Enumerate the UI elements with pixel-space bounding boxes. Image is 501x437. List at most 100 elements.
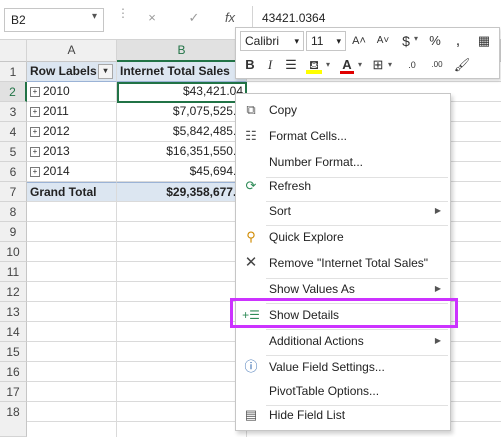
row-header[interactable]: 13 (0, 302, 27, 322)
column-divider (116, 202, 117, 437)
font-color-letter: A (342, 57, 352, 72)
grand-total-label[interactable]: Grand Total (27, 182, 117, 202)
row-header[interactable]: 16 (0, 362, 27, 382)
show-details-highlight (230, 298, 458, 328)
pivot-row-label-text: 2010 (43, 84, 70, 98)
menu-item-refresh[interactable]: ⟳ Refresh (236, 173, 450, 199)
pivot-row-label-text: 2014 (43, 164, 70, 178)
menu-item-additional-actions[interactable]: Additional Actions ▶ (236, 328, 450, 354)
column-header-a[interactable]: A (27, 40, 117, 62)
expand-icon[interactable]: + (30, 106, 40, 117)
currency-format-icon[interactable]: $ (396, 31, 416, 51)
row-header[interactable]: 5 (0, 142, 27, 162)
refresh-icon: ⟳ (245, 178, 257, 193)
name-box[interactable]: B2 ▾ (4, 8, 104, 32)
expand-icon[interactable]: + (30, 146, 40, 157)
chevron-down-icon[interactable]: ▾ (326, 60, 330, 69)
mini-toolbar: Calibri ▾ 11 ▾ A˄ A˅ $ ▾ % , ▦ B I ☰ ⛾ ▾… (235, 27, 500, 79)
insert-function-icon[interactable]: fx (220, 10, 240, 28)
font-size-box[interactable]: 11 ▾ (306, 31, 346, 51)
row-header[interactable]: 17 (0, 382, 27, 402)
font-name-box[interactable]: Calibri ▾ (240, 31, 304, 51)
row-header[interactable]: 7 (0, 182, 27, 202)
row-header[interactable]: 11 (0, 262, 27, 282)
fill-color-icon[interactable]: ⛾ (304, 55, 324, 75)
pivot-row-label-text: 2011 (43, 104, 69, 118)
decrease-decimal-icon[interactable]: .00 (427, 55, 447, 75)
menu-item-copy[interactable]: ⧉ Copy (236, 97, 450, 123)
row-header[interactable]: 1 (0, 62, 27, 82)
pivot-value-cell[interactable]: $5,842,485.2 (117, 122, 247, 142)
menu-item-sort[interactable]: Sort ▶ (236, 198, 450, 224)
row-header[interactable]: 3 (0, 102, 27, 122)
menu-item-pivottable-options[interactable]: PivotTable Options... (236, 378, 450, 404)
select-all-corner[interactable] (0, 40, 27, 62)
menu-item-label: Format Cells... (269, 129, 348, 143)
row-header[interactable]: 18 (0, 402, 27, 437)
grand-total-value[interactable]: $29,358,677.2 (117, 182, 247, 202)
quick-explore-icon: ⚲ (246, 229, 256, 244)
italic-icon[interactable]: I (260, 55, 280, 75)
pivot-row-label[interactable]: +2013 (27, 142, 117, 162)
menu-item-quick-explore[interactable]: ⚲ Quick Explore (236, 224, 450, 250)
bold-icon[interactable]: B (240, 55, 260, 75)
row-header[interactable]: 12 (0, 282, 27, 302)
borders-icon[interactable]: ⊞ (368, 55, 388, 75)
menu-item-format-cells[interactable]: ☷ Format Cells... (236, 123, 450, 149)
chevron-down-icon[interactable]: ▾ (388, 60, 392, 69)
pivot-row-label[interactable]: +2010 (27, 82, 117, 102)
active-cell-border (117, 82, 247, 103)
expand-icon[interactable]: + (30, 126, 40, 137)
menu-item-label: Number Format... (269, 155, 364, 169)
menu-item-label: Refresh (269, 179, 312, 193)
menu-item-label: Hide Field List (269, 408, 346, 422)
expand-icon[interactable]: + (30, 166, 40, 177)
filter-dropdown-icon[interactable]: ▾ (98, 64, 113, 79)
pivot-value-cell[interactable]: $16,351,550.3 (117, 142, 247, 162)
chevron-down-icon[interactable]: ▾ (358, 60, 362, 69)
pivot-row-label[interactable]: +2012 (27, 122, 117, 142)
row-header[interactable]: 10 (0, 242, 27, 262)
pivot-row-labels-header[interactable]: Row Labels ▾ (27, 62, 117, 82)
cancel-icon[interactable]: × (142, 10, 162, 28)
pivot-value-cell[interactable]: $45,694.7 (117, 162, 247, 182)
chevron-down-icon[interactable]: ▾ (92, 11, 97, 22)
pivot-values-header[interactable]: Internet Total Sales (117, 62, 247, 82)
row-header[interactable]: 6 (0, 162, 27, 182)
pivot-row-label[interactable]: +2014 (27, 162, 117, 182)
row-header[interactable]: 9 (0, 222, 27, 242)
increase-font-size-icon[interactable]: A˄ (349, 31, 369, 51)
row-header[interactable]: 2 (0, 82, 27, 102)
column-header-b[interactable]: B (117, 40, 247, 62)
font-color-icon[interactable]: A (337, 55, 357, 75)
align-center-icon[interactable]: ☰ (281, 55, 301, 75)
enter-icon[interactable]: ✓ (184, 10, 204, 28)
font-color-swatch (340, 71, 354, 74)
expand-icon[interactable]: + (30, 86, 40, 97)
percent-style-icon[interactable]: % (425, 31, 445, 51)
empty-grid-area[interactable] (27, 202, 247, 437)
row-header[interactable]: 14 (0, 322, 27, 342)
row-header[interactable]: 4 (0, 122, 27, 142)
row-header[interactable]: 8 (0, 202, 27, 222)
pivot-row-label[interactable]: +2011 (27, 102, 117, 122)
chevron-down-icon[interactable]: ▾ (414, 34, 418, 43)
comma-style-icon[interactable]: , (448, 31, 468, 51)
row-header[interactable]: 15 (0, 342, 27, 362)
format-painter-icon[interactable]: 🖌 (452, 55, 472, 75)
pivot-row-label-text: 2013 (43, 144, 70, 158)
menu-item-label: PivotTable Options... (269, 384, 380, 398)
table-format-icon[interactable]: ▦ (474, 31, 494, 51)
formula-input[interactable]: 43421.0364 (262, 11, 325, 25)
chevron-down-icon[interactable]: ▾ (336, 32, 341, 50)
increase-decimal-icon[interactable]: .0 (402, 55, 422, 75)
menu-item-value-field-settings[interactable]: ⓘ Value Field Settings... (236, 354, 450, 380)
context-menu: ⧉ Copy ☷ Format Cells... Number Format..… (235, 93, 451, 431)
chevron-down-icon[interactable]: ▾ (294, 32, 299, 50)
format-cells-icon: ☷ (245, 128, 257, 143)
decrease-font-size-icon[interactable]: A˅ (373, 31, 393, 51)
pivot-value-cell[interactable]: $7,075,525.9 (117, 102, 247, 122)
menu-item-hide-field-list[interactable]: ▤ Hide Field List (236, 402, 450, 428)
menu-item-number-format[interactable]: Number Format... (236, 149, 450, 175)
menu-item-remove[interactable]: ✕ Remove "Internet Total Sales" (236, 250, 450, 276)
